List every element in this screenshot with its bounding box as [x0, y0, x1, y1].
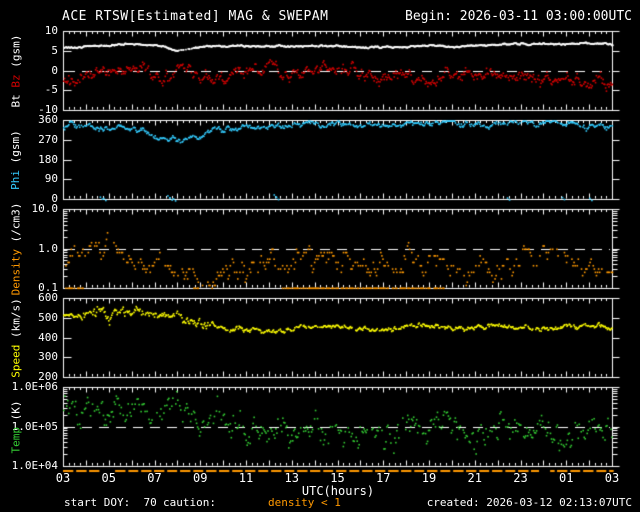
x-tick-label: 23 — [513, 471, 528, 485]
axis-label-temp: Temp (K) — [9, 400, 22, 454]
caution-value: density < 1 — [268, 496, 341, 509]
axis-label-part: (K) — [9, 400, 22, 427]
chart-canvas — [0, 0, 640, 512]
x-tick-label: 19 — [421, 471, 437, 485]
x-tick-label: 09 — [193, 471, 208, 485]
x-tick-label: 03 — [55, 471, 71, 485]
axis-label-part: Speed — [9, 344, 23, 378]
begin-timestamp: Begin: 2026-03-11 03:00:00UTC — [405, 9, 632, 24]
axis-label-part: Density — [8, 248, 22, 295]
axis-label-phi: Phi (gsm) — [8, 129, 22, 190]
x-tick-label: 11 — [238, 471, 254, 485]
start-doy-label: start DOY: 70 — [64, 496, 157, 509]
x-tick-label: 17 — [376, 471, 391, 485]
y-tick-label: 1.0E+06 — [11, 380, 58, 393]
axis-label-part: (gsm) — [8, 34, 22, 74]
axis-label-density: Density (/cm3) — [8, 202, 22, 295]
y-tick-label: 360 — [38, 113, 58, 126]
x-tick-label: 03 — [604, 471, 620, 485]
x-tick-label: 13 — [284, 471, 299, 485]
axis-label-part: (gsm) — [8, 129, 22, 170]
axis-label-mag: Bt Bz (gsm) — [8, 34, 22, 107]
x-tick-label: 01 — [559, 471, 574, 485]
axis-label-part: (/cm3) — [8, 202, 22, 249]
x-tick-label: 07 — [147, 471, 162, 485]
caution-label: caution: — [163, 496, 216, 509]
plot-title: ACE RTSW[Estimated] MAG & SWEPAM — [62, 9, 329, 24]
axis-label-part: Phi — [8, 169, 22, 190]
x-tick-label: 05 — [101, 471, 116, 485]
axis-label-part: Temp — [9, 426, 22, 454]
created-timestamp: created: 2026-03-12 02:13:07UTC — [426, 496, 632, 509]
axis-label-part: Bt — [8, 87, 22, 107]
x-tick-label: 21 — [467, 471, 482, 485]
x-tick-label: 15 — [330, 471, 345, 485]
axis-label-speed: Speed (km/s) — [9, 297, 23, 378]
axis-label-part: (km/s) — [9, 297, 23, 345]
ace-rtsw-plot: ACE RTSW[Estimated] MAG & SWEPAM Begin: … — [0, 0, 640, 512]
axis-label-part: Bz — [8, 73, 22, 88]
